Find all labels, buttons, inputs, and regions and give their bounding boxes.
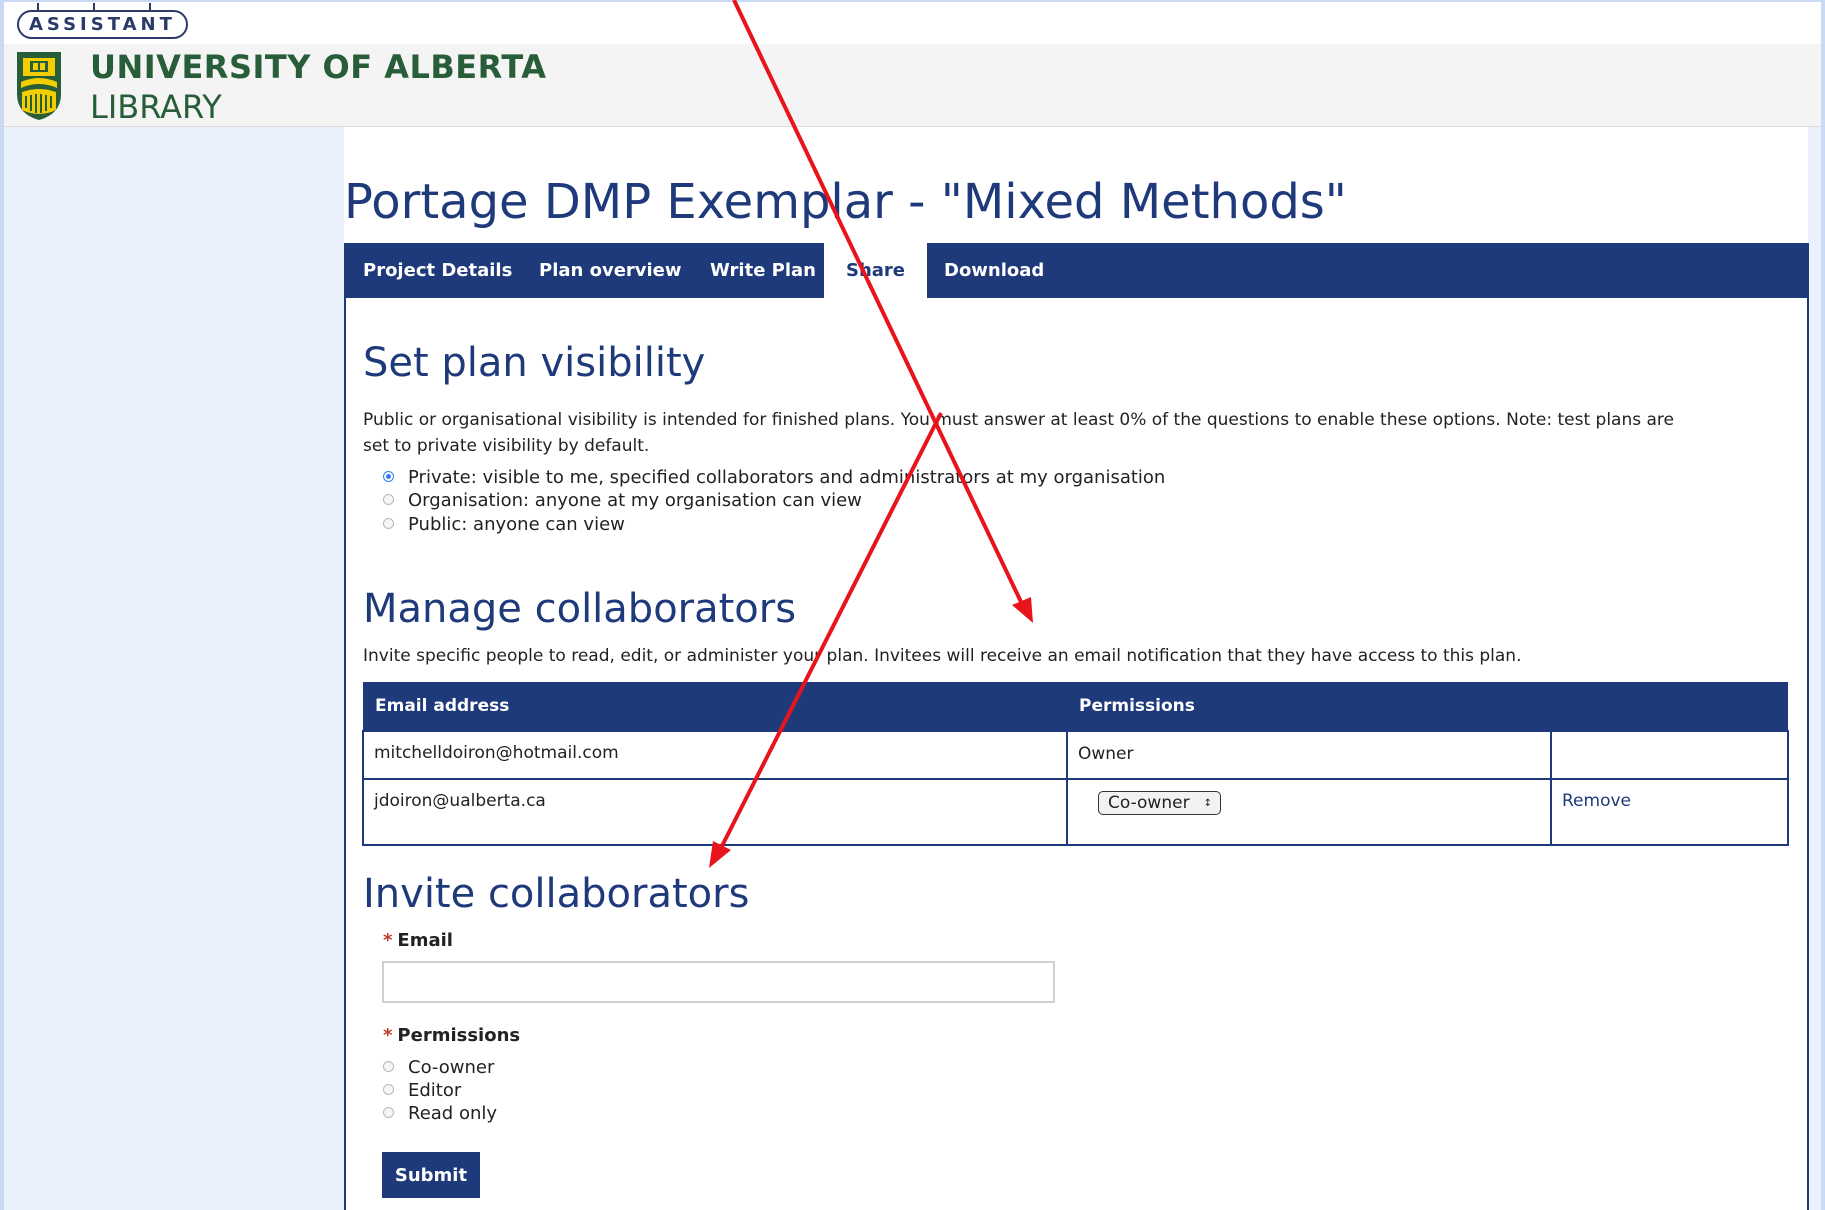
column-header-permissions: Permissions <box>1067 682 1551 731</box>
tab-share[interactable]: Share <box>824 243 928 299</box>
visibility-heading: Set plan visibility <box>363 340 706 386</box>
collaborator-action-cell: Remove <box>1550 778 1789 846</box>
email-field[interactable] <box>382 961 1055 1003</box>
collaborators-heading: Manage collaborators <box>363 586 797 632</box>
invite-permission-co-owner[interactable]: Co-owner <box>383 1057 494 1080</box>
visibility-option-label: Private: visible to me, specified collab… <box>408 467 1166 488</box>
collaborator-email: mitchelldoiron@hotmail.com <box>374 743 619 763</box>
permissions-label-text: Permissions <box>397 1025 521 1046</box>
invite-heading: Invite collaborators <box>363 871 750 917</box>
collaborator-permission: Owner <box>1078 744 1134 764</box>
remove-collaborator-link[interactable]: Remove <box>1562 780 1777 811</box>
visibility-description-line1: Public or organisational visibility is i… <box>363 410 1674 430</box>
visibility-option-label: Organisation: anyone at my organisation … <box>408 490 862 511</box>
table-header-row: Email address Permissions <box>363 682 1788 731</box>
radio-button[interactable] <box>383 1061 394 1072</box>
collaborator-permission-cell: Co-owner ↕ <box>1066 778 1552 846</box>
visibility-description: Public or organisational visibility is i… <box>363 407 1674 459</box>
permission-select-value: Co-owner <box>1108 793 1190 813</box>
table-row: jdoiron@ualberta.ca Co-owner ↕ Remove <box>362 778 1789 846</box>
badge-tick <box>37 3 39 12</box>
plan-tabs: Project Details Plan overview Write Plan… <box>344 243 1809 299</box>
collaborator-permission-cell: Owner <box>1066 730 1552 780</box>
assistant-badge-label: ASSISTANT <box>29 14 176 35</box>
visibility-option-label: Public: anyone can view <box>408 514 625 535</box>
submit-button[interactable]: Submit <box>382 1152 480 1198</box>
invite-permission-read-only[interactable]: Read only <box>383 1103 497 1126</box>
visibility-description-line2: set to private visibility by default. <box>363 436 650 456</box>
required-marker: * <box>383 930 393 951</box>
collaborators-description: Invite specific people to read, edit, or… <box>363 646 1522 666</box>
email-label-text: Email <box>397 930 453 951</box>
tab-download[interactable]: Download <box>944 243 1044 298</box>
table-row: mitchelldoiron@hotmail.com Owner <box>362 730 1789 780</box>
select-arrows-icon: ↕ <box>1203 797 1212 809</box>
radio-button[interactable] <box>383 518 394 529</box>
assistant-badge: ASSISTANT <box>17 3 188 39</box>
permission-option-label: Read only <box>408 1103 498 1124</box>
permissions-field-label: * Permissions <box>383 1025 520 1046</box>
radio-button[interactable] <box>383 1084 394 1095</box>
radio-button[interactable] <box>383 494 394 505</box>
radio-button[interactable] <box>383 1107 394 1118</box>
badge-tick <box>149 3 151 12</box>
top-bar: ASSISTANT <box>4 2 1821 45</box>
collaborators-table: Email address Permissions mitchelldoiron… <box>362 682 1789 846</box>
visibility-option-organisation[interactable]: Organisation: anyone at my organisation … <box>383 490 862 513</box>
tab-write-plan[interactable]: Write Plan <box>710 243 816 298</box>
university-shield-icon[interactable] <box>14 50 64 122</box>
collaborator-action-cell <box>1550 730 1789 780</box>
invite-permission-editor[interactable]: Editor <box>383 1080 461 1103</box>
permission-option-label: Co-owner <box>408 1057 495 1078</box>
right-margin <box>1808 127 1821 1210</box>
page-title: Portage DMP Exemplar - "Mixed Methods" <box>344 174 1347 230</box>
tab-project-details[interactable]: Project Details <box>363 243 512 298</box>
column-header-email: Email address <box>363 682 1067 731</box>
badge-tick <box>93 3 95 12</box>
institution-name: UNIVERSITY OF ALBERTA <box>90 48 547 86</box>
radio-button[interactable] <box>383 471 394 482</box>
collaborator-email-cell: jdoiron@ualberta.ca <box>362 778 1068 846</box>
permission-select[interactable]: Co-owner ↕ <box>1098 791 1221 815</box>
tab-plan-overview[interactable]: Plan overview <box>539 243 682 298</box>
collaborator-email-cell: mitchelldoiron@hotmail.com <box>362 730 1068 780</box>
email-field-label: * Email <box>383 930 453 951</box>
required-marker: * <box>383 1025 393 1046</box>
visibility-option-public[interactable]: Public: anyone can view <box>383 514 625 537</box>
left-margin <box>4 127 344 1210</box>
permission-option-label: Editor <box>408 1080 462 1101</box>
collaborator-email: jdoiron@ualberta.ca <box>374 791 546 811</box>
column-header-actions <box>1551 682 1788 731</box>
library-name: LIBRARY <box>90 88 222 126</box>
visibility-option-private[interactable]: Private: visible to me, specified collab… <box>383 467 1165 490</box>
